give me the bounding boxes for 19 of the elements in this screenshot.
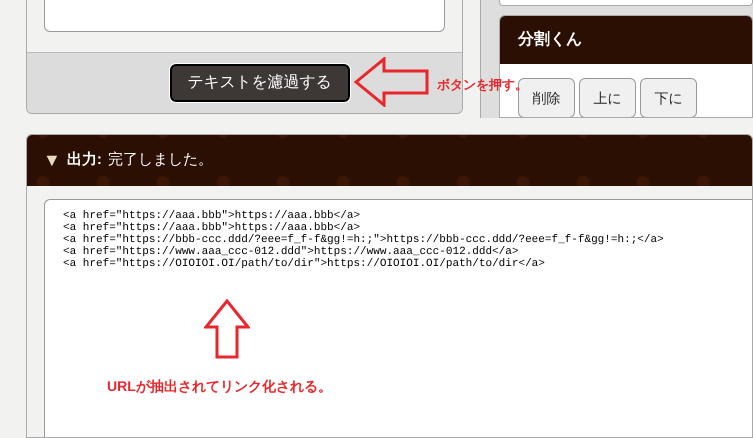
- splitter-button[interactable]: 下に: [640, 78, 697, 117]
- output-header[interactable]: ▼ 出力: 完了しました。: [27, 135, 752, 186]
- left-arrow-icon: [354, 57, 430, 107]
- output-textarea[interactable]: [44, 199, 752, 437]
- output-line: <a href="https://bbb-ccc.ddd/?eee=f_f-f&gg!=h:;">https://bbb-ccc.ddd/?eee=f_f-f&gg!=h:;</a>: [63, 234, 664, 246]
- output-label: 出力:: [66, 150, 102, 170]
- output-line: <a href="https://aaa.bbb">https://aaa.bbb</a>: [63, 210, 360, 222]
- output-line: <a href="https://aaa.bbb">https://aaa.bbb</a>: [63, 222, 360, 234]
- output-status: 完了しました。: [108, 150, 213, 170]
- up-arrow-icon: [204, 299, 250, 359]
- splitter-button[interactable]: 上に: [579, 78, 636, 117]
- output-line: <a href="https://OIOIOI.OI/path/to/dir">https://OIOIOI.OI/path/to/dir</a>: [63, 258, 545, 270]
- output-line: <a href="https://www.aaa_ccc-012.ddd">https://www.aaa_ccc-012.ddd</a>: [63, 246, 518, 258]
- filter-button[interactable]: テキストを濾過する: [170, 64, 350, 102]
- splitter-button[interactable]: 削除: [518, 78, 575, 117]
- input-textarea[interactable]: [44, 0, 445, 32]
- splitter-title: 分割くん: [518, 29, 582, 50]
- annotation-text: URLが抽出されてリンク化される。: [107, 377, 332, 396]
- collapse-toggle[interactable]: ▼: [43, 147, 61, 174]
